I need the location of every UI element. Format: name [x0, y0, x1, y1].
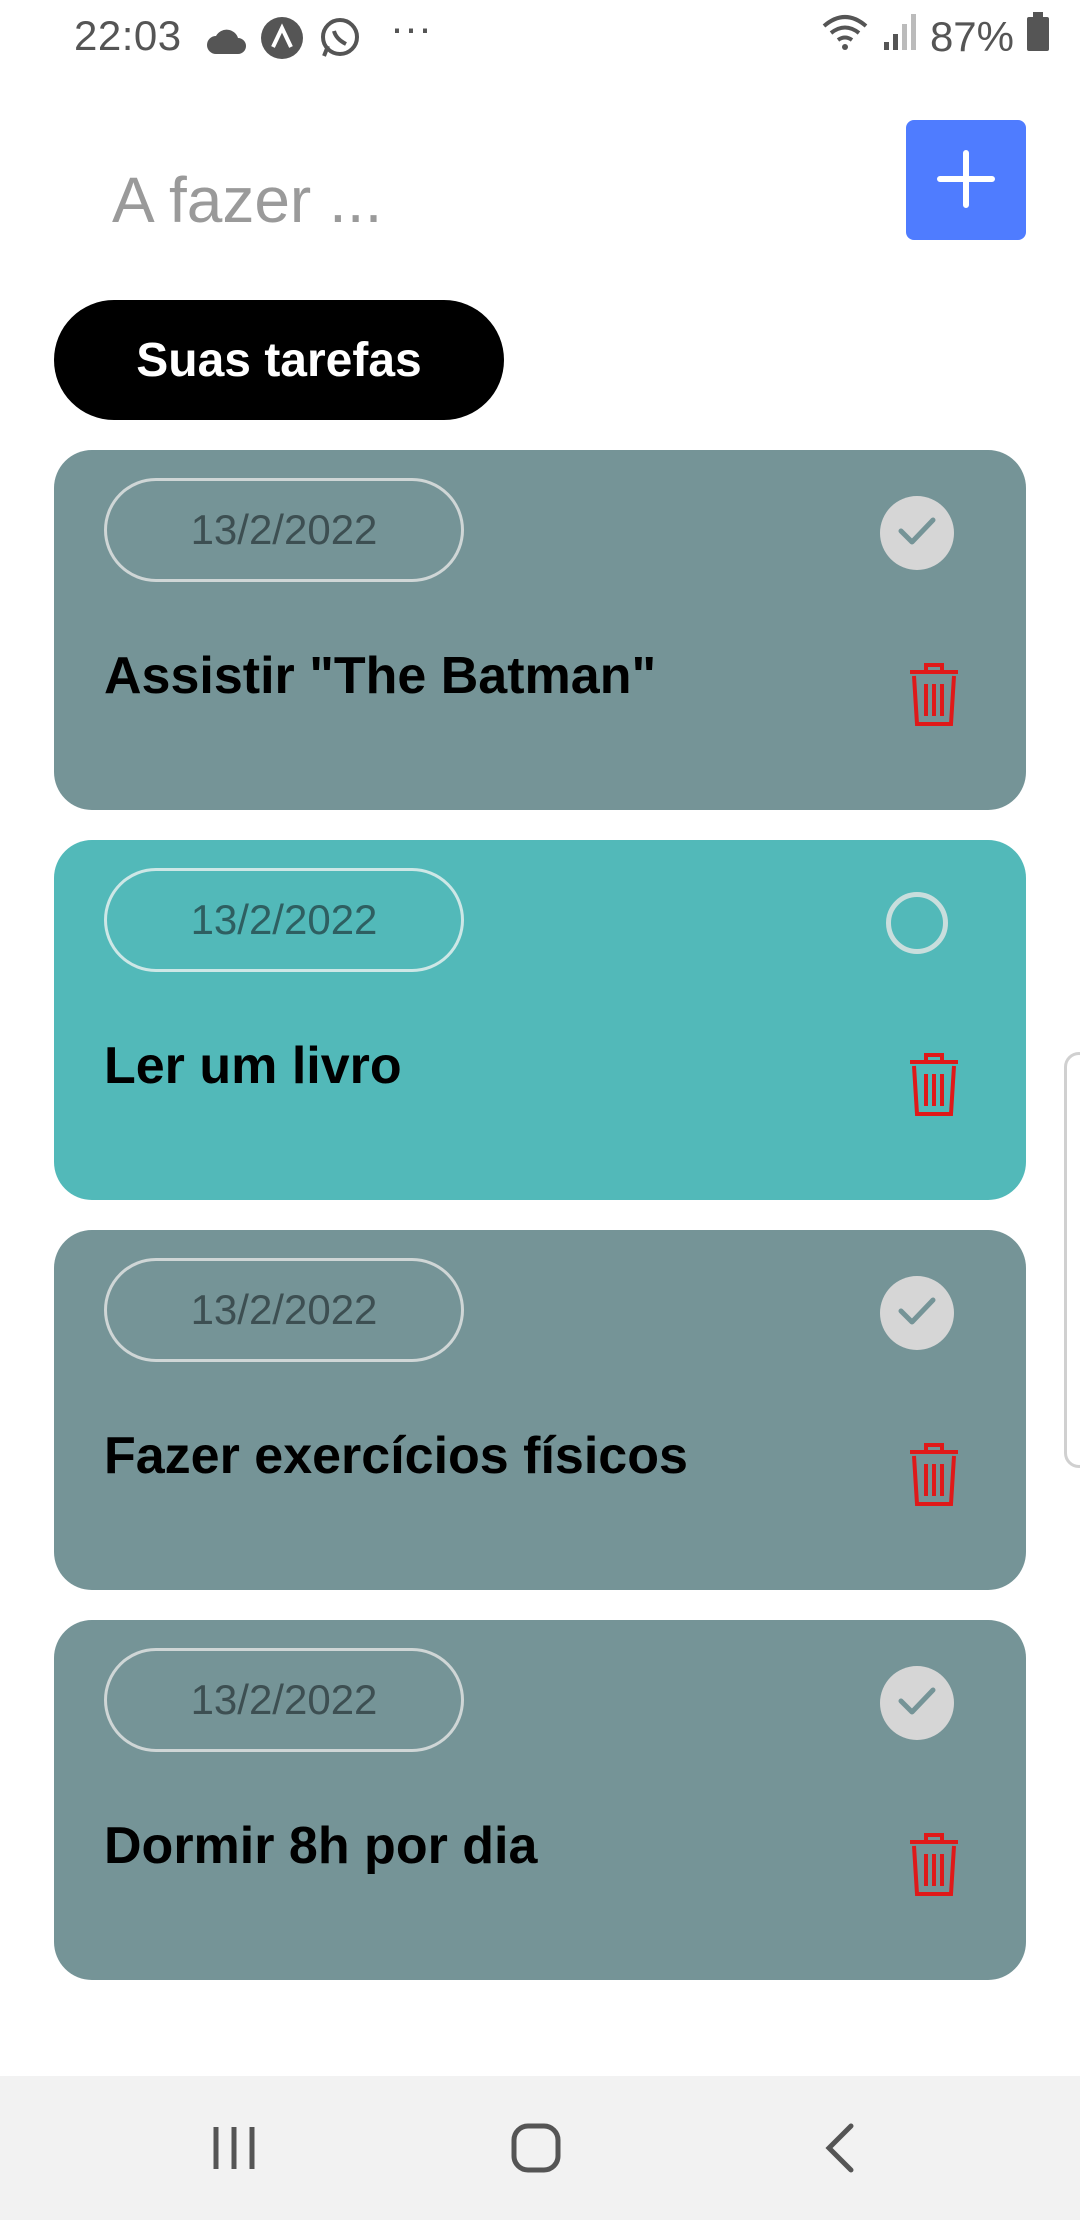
- home-icon: [511, 2123, 561, 2173]
- status-time: 22:03: [74, 12, 182, 59]
- task-card: 13/2/2022 Ler um livro: [54, 840, 1026, 1200]
- task-done-toggle[interactable]: [880, 496, 954, 570]
- check-icon: [897, 1685, 937, 1722]
- check-icon: [897, 515, 937, 552]
- wifi-icon: [820, 12, 870, 62]
- task-done-toggle[interactable]: [886, 892, 948, 954]
- system-nav-bar: [0, 2076, 1080, 2220]
- delete-task-button[interactable]: [906, 1440, 962, 1508]
- task-done-toggle[interactable]: [880, 1276, 954, 1350]
- task-date: 13/2/2022: [104, 1258, 464, 1362]
- task-title: Assistir "The Batman": [104, 647, 657, 705]
- task-date: 13/2/2022: [104, 868, 464, 972]
- whatsapp-icon: [318, 16, 362, 70]
- plus-icon: [936, 149, 996, 212]
- task-date: 13/2/2022: [104, 1648, 464, 1752]
- back-button[interactable]: [800, 2116, 880, 2180]
- add-task-form: [0, 120, 1080, 250]
- task-card: 13/2/2022 Assistir "The Batman": [54, 450, 1026, 810]
- tasks-section-label: Suas tarefas: [54, 300, 504, 420]
- task-date: 13/2/2022: [104, 478, 464, 582]
- trash-icon: [910, 1833, 958, 1896]
- app-a-icon: [260, 16, 304, 70]
- trash-icon: [910, 1053, 958, 1116]
- more-icon: ···: [390, 4, 432, 51]
- add-task-button[interactable]: [906, 120, 1026, 240]
- back-icon: [825, 2123, 854, 2173]
- recents-icon: [213, 2127, 255, 2169]
- task-done-toggle[interactable]: [880, 1666, 954, 1740]
- trash-icon: [910, 663, 958, 726]
- task-title: Dormir 8h por dia: [104, 1817, 538, 1875]
- trash-icon: [910, 1443, 958, 1506]
- status-bar: 22:03 ··· 87%: [0, 0, 1080, 80]
- check-icon: [897, 1295, 937, 1332]
- recents-button[interactable]: [194, 2116, 274, 2180]
- task-title: Ler um livro: [104, 1037, 402, 1095]
- signal-icon: [882, 12, 918, 62]
- edge-panel-handle[interactable]: [1064, 1052, 1080, 1468]
- task-card: 13/2/2022 Fazer exercícios físicos: [54, 1230, 1026, 1590]
- cloud-icon: [206, 18, 248, 66]
- delete-task-button[interactable]: [906, 1830, 962, 1898]
- delete-task-button[interactable]: [906, 660, 962, 728]
- task-title: Fazer exercícios físicos: [104, 1427, 688, 1485]
- battery-percent: 87%: [929, 13, 1014, 60]
- home-button[interactable]: [496, 2116, 576, 2180]
- task-input[interactable]: [80, 150, 860, 250]
- delete-task-button[interactable]: [906, 1050, 962, 1118]
- battery-icon: [1026, 12, 1050, 62]
- task-card: 13/2/2022 Dormir 8h por dia: [54, 1620, 1026, 1980]
